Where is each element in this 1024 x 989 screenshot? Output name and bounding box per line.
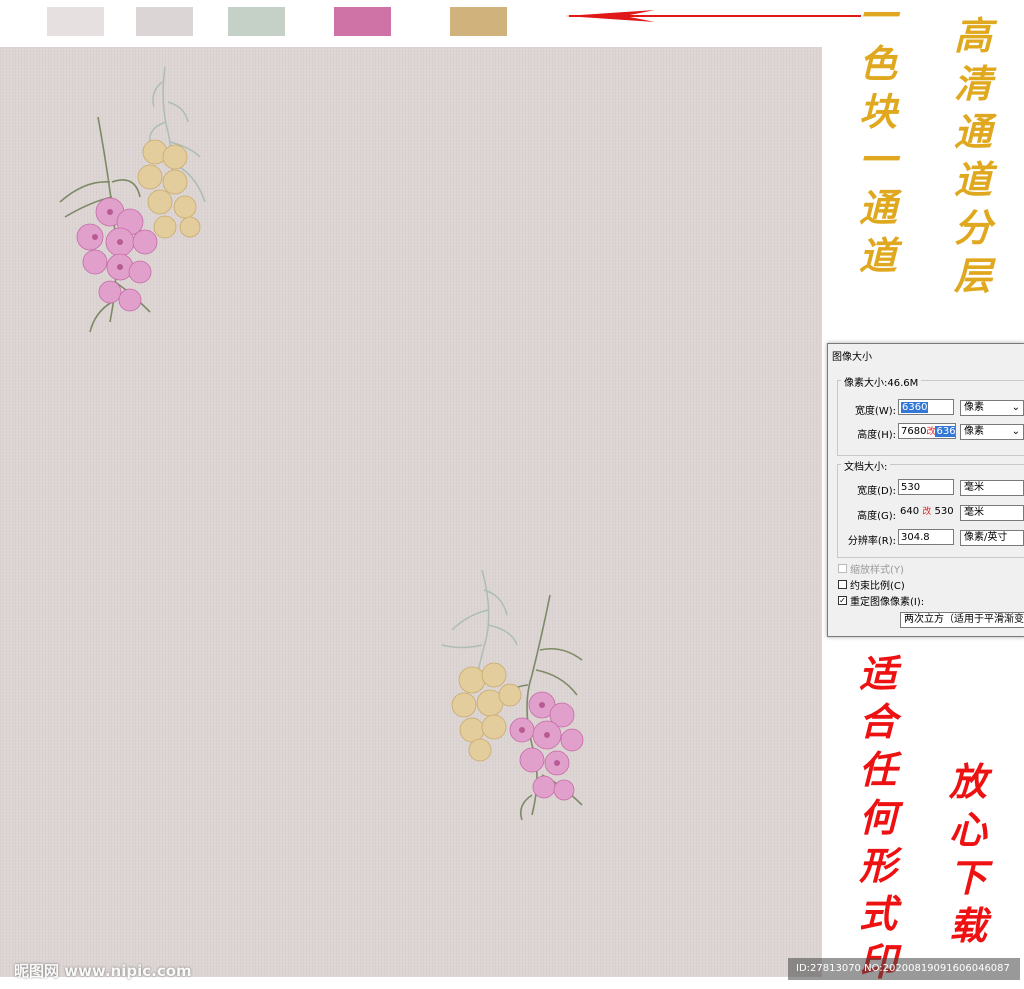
color-swatch-1 — [47, 7, 104, 36]
resolution-unit: 像素/英寸 — [964, 532, 1008, 543]
pixel-dimensions-group — [837, 380, 1024, 456]
chevron-down-icon: ⌄ — [1011, 402, 1020, 413]
side-text-bottom-left-column: 适合任何形式印 — [858, 651, 897, 984]
width-unit-select[interactable]: 像素 ⌄ — [960, 400, 1024, 416]
doc-height-input[interactable]: 640 改 530 — [898, 504, 954, 520]
height-value-old: 7680 — [901, 426, 927, 437]
color-swatch-2 — [136, 7, 193, 36]
height-input[interactable]: 7680改6360 — [898, 423, 956, 439]
resolution-unit-select[interactable]: 像素/英寸 — [960, 530, 1024, 546]
height-unit-select[interactable]: 像素 ⌄ — [960, 424, 1024, 440]
resample-method: 两次立方（适用于平滑渐变 — [904, 614, 1024, 625]
doc-width-input[interactable]: 530 — [898, 479, 954, 495]
width-value: 6360 — [901, 402, 929, 413]
resample-method-select[interactable]: 两次立方（适用于平滑渐变 — [900, 612, 1024, 628]
doc-height-label: 高度(G): — [857, 511, 896, 522]
left-arrow-icon — [565, 10, 861, 22]
resample-label: 重定图像像素(I): — [850, 597, 925, 608]
doc-height-unit: 毫米 — [964, 507, 984, 518]
constrain-label: 约束比例(C) — [850, 581, 905, 592]
color-swatch-3 — [228, 7, 285, 36]
height-value-new: 6360 — [935, 426, 955, 437]
scale-styles-label: 缩放样式(Y) — [850, 565, 904, 576]
site-watermark: 昵图网 www.nipic.com — [14, 962, 192, 980]
doc-width-unit: 毫米 — [964, 482, 984, 493]
color-swatch-5 — [450, 7, 507, 36]
constrain-proportions-checkbox[interactable]: 约束比例(C) — [838, 577, 905, 592]
side-text-right-column: 高清通道分层 — [953, 13, 992, 298]
id-watermark: ID:27813070 NO:20200819091606046087 — [788, 958, 1020, 980]
height-label: 高度(H): — [857, 430, 896, 441]
width-input[interactable]: 6360 — [898, 399, 954, 415]
width-label: 宽度(W): — [854, 406, 896, 417]
doc-height-value-new: 530 — [934, 506, 954, 517]
resolution-value: 304.8 — [901, 532, 930, 543]
check-icon: ✓ — [838, 596, 847, 605]
document-size-label: 文档大小: — [841, 458, 891, 473]
doc-width-unit-select[interactable]: 毫米 — [960, 480, 1024, 496]
color-swatch-4 — [334, 7, 391, 36]
side-text-left-column: 一色块一通道 — [858, 0, 897, 278]
checkbox-box — [838, 580, 847, 589]
doc-width-label: 宽度(D): — [857, 486, 896, 497]
side-text-bottom-right-column: 放心下载 — [948, 759, 987, 948]
dialog-title: 图像大小 — [832, 352, 872, 363]
doc-height-unit-select[interactable]: 毫米 — [960, 505, 1024, 521]
doc-width-value: 530 — [901, 482, 921, 493]
image-size-dialog: 图像大小 像素大小:46.6M 宽度(W): 6360 像素 ⌄ 高度(H): … — [827, 343, 1024, 637]
flower-bouquet-bottom-right — [441, 569, 584, 821]
pattern-canvas: 昵图网 www.nipic.com — [0, 47, 822, 980]
resolution-input[interactable]: 304.8 — [898, 529, 954, 545]
height-unit: 像素 — [964, 426, 984, 437]
checkbox-box — [838, 564, 847, 573]
scale-styles-checkbox[interactable]: 缩放样式(Y) — [838, 561, 904, 576]
chevron-down-icon: ⌄ — [1011, 426, 1020, 437]
width-unit: 像素 — [964, 402, 984, 413]
resample-checkbox[interactable]: ✓ 重定图像像素(I): — [838, 593, 924, 608]
doc-height-value-old: 640 — [900, 506, 920, 517]
pixel-dimensions-label: 像素大小:46.6M — [841, 374, 922, 389]
doc-height-change-mark: 改 — [922, 507, 932, 517]
resolution-label: 分辨率(R): — [847, 536, 896, 547]
flower-bouquet-top-left — [59, 66, 206, 333]
